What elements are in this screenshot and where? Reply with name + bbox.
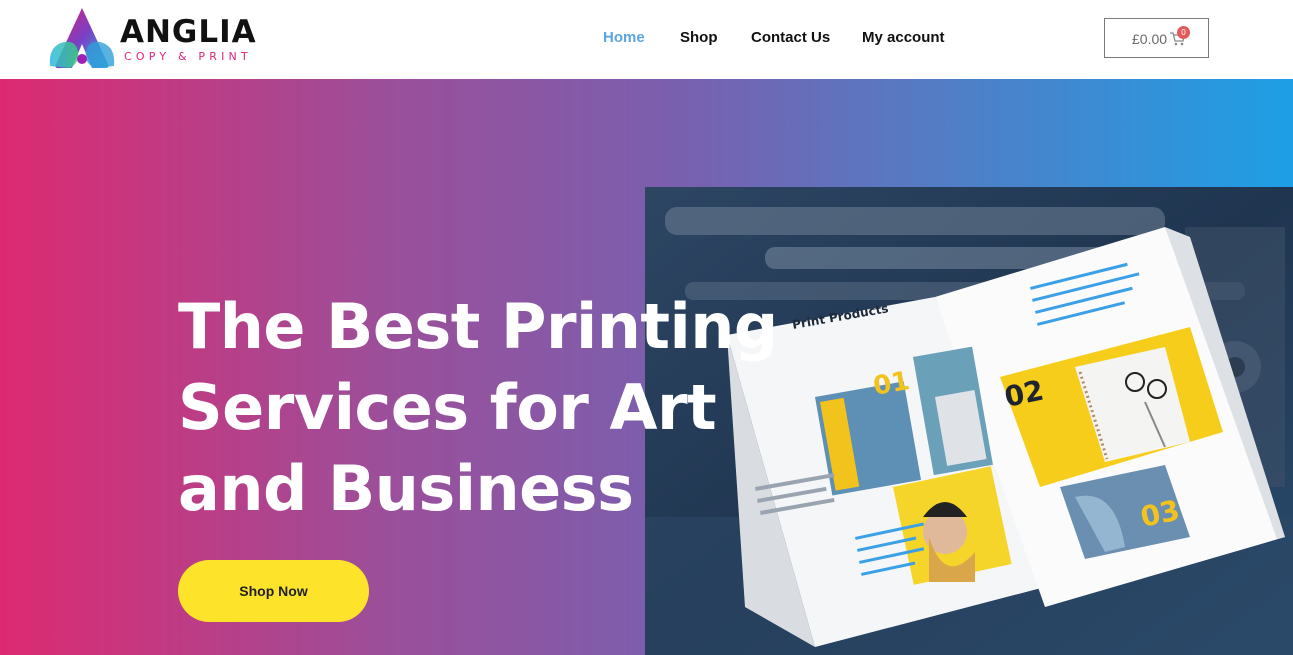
site-header: ANGLIA COPY & PRINT Home Shop Contact Us… [0,0,1293,79]
nav-home[interactable]: Home [603,29,645,47]
hero-title: The Best Printing Services for Art and B… [178,286,878,529]
hero-title-line-2: Services for Art [178,371,717,444]
brand-tagline: COPY & PRINT [124,50,252,63]
cart-total: £0.00 [1132,31,1168,47]
hero-banner: Print Products 01 02 03 The Best Printin… [0,79,1293,655]
nav-shop[interactable]: Shop [680,29,718,47]
hero-title-line-3: and Business [178,452,634,525]
nav-contact-us[interactable]: Contact Us [751,29,830,47]
cart-button[interactable]: £0.00 0 [1104,18,1209,58]
brand-name: ANGLIA [120,14,257,50]
nav-my-account[interactable]: My account [862,29,945,47]
hero-title-line-1: The Best Printing [178,290,778,363]
cart-count-badge: 0 [1177,26,1190,39]
logo-mark-icon [49,8,115,69]
brand-logo[interactable]: ANGLIA COPY & PRINT [46,6,286,72]
shop-now-button[interactable]: Shop Now [178,560,369,622]
